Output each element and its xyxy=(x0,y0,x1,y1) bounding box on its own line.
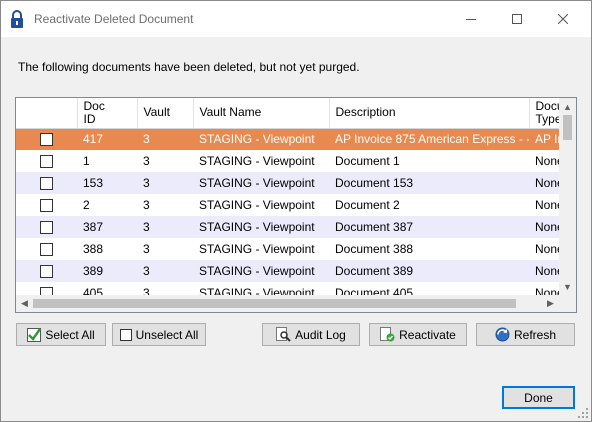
table-row[interactable]: 1 3 STAGING - Viewpoint Document 1 None xyxy=(16,150,576,172)
scroll-left-icon[interactable]: ◀ xyxy=(16,295,33,312)
info-message: The following documents have been delete… xyxy=(18,60,360,74)
done-label: Done xyxy=(524,390,553,405)
cell-vault: 3 xyxy=(137,216,193,238)
reactivate-document-icon xyxy=(380,327,395,342)
title-bar: Reactivate Deleted Document xyxy=(1,1,591,37)
cell-description: Document 387 xyxy=(329,216,529,238)
audit-search-icon xyxy=(276,327,291,342)
maximize-button[interactable] xyxy=(494,1,540,37)
audit-log-button[interactable]: Audit Log xyxy=(262,323,360,346)
table-row[interactable]: 153 3 STAGING - Viewpoint Document 153 N… xyxy=(16,172,576,194)
row-checkbox[interactable] xyxy=(40,243,53,257)
cell-vault-name: STAGING - Viewpoint xyxy=(193,128,329,150)
select-all-button[interactable]: Select All xyxy=(16,323,106,346)
cell-description: Document 2 xyxy=(329,194,529,216)
refresh-button[interactable]: Refresh xyxy=(476,323,575,346)
cell-description: Document 1 xyxy=(329,150,529,172)
maximize-icon xyxy=(512,14,522,24)
cell-vault-name: STAGING - Viewpoint xyxy=(193,150,329,172)
row-checkbox-cell xyxy=(16,238,77,260)
header-row: Doc ID Vault Vault Name Description Docu… xyxy=(16,98,576,129)
close-button[interactable] xyxy=(540,1,586,37)
done-button[interactable]: Done xyxy=(502,386,575,409)
cell-doc-id: 2 xyxy=(77,194,137,216)
cell-description: Document 388 xyxy=(329,238,529,260)
cell-doc-id: 387 xyxy=(77,216,137,238)
cell-vault-name: STAGING - Viewpoint xyxy=(193,194,329,216)
row-checkbox[interactable] xyxy=(40,221,53,235)
padlock-icon xyxy=(11,10,23,28)
close-icon xyxy=(558,14,568,24)
unselect-all-button[interactable]: Unselect All xyxy=(112,323,206,346)
cell-vault-name: STAGING - Viewpoint xyxy=(193,172,329,194)
row-checkbox[interactable] xyxy=(40,133,53,147)
refresh-globe-icon xyxy=(495,327,510,342)
cell-doc-id: 153 xyxy=(77,172,137,194)
refresh-label: Refresh xyxy=(513,327,557,342)
row-checkbox-cell xyxy=(16,194,77,216)
cell-doc-id: 417 xyxy=(77,128,137,150)
cell-vault: 3 xyxy=(137,128,193,150)
row-checkbox-cell xyxy=(16,216,77,238)
horizontal-scroll-thumb[interactable] xyxy=(33,299,516,308)
deleted-documents-grid[interactable]: Doc ID Vault Vault Name Description Docu… xyxy=(15,97,577,313)
scroll-down-icon[interactable]: ▼ xyxy=(559,278,576,295)
minimize-button[interactable] xyxy=(448,1,494,37)
reactivate-label: Reactivate xyxy=(399,327,456,342)
cell-vault: 3 xyxy=(137,260,193,282)
checkmark-icon xyxy=(27,327,42,342)
vertical-scrollbar[interactable]: ▲ ▼ xyxy=(559,98,576,295)
row-checkbox-cell xyxy=(16,172,77,194)
documents-table: Doc ID Vault Vault Name Description Docu… xyxy=(16,98,576,304)
cell-description: Document 389 xyxy=(329,260,529,282)
row-checkbox-cell xyxy=(16,128,77,150)
resize-grip-icon[interactable] xyxy=(577,407,589,419)
row-checkbox[interactable] xyxy=(40,155,53,169)
scroll-right-icon[interactable]: ▶ xyxy=(542,295,559,312)
row-checkbox-cell xyxy=(16,260,77,282)
horizontal-scrollbar[interactable]: ◀ ▶ xyxy=(16,295,559,312)
reactivate-button[interactable]: Reactivate xyxy=(369,323,467,346)
cell-doc-id: 389 xyxy=(77,260,137,282)
table-row[interactable]: 417 3 STAGING - Viewpoint AP Invoice 875… xyxy=(16,128,576,150)
table-row[interactable]: 388 3 STAGING - Viewpoint Document 388 N… xyxy=(16,238,576,260)
row-checkbox[interactable] xyxy=(40,265,53,279)
cell-vault: 3 xyxy=(137,238,193,260)
audit-log-label: Audit Log xyxy=(295,327,346,342)
table-row[interactable]: 2 3 STAGING - Viewpoint Document 2 None xyxy=(16,194,576,216)
cell-doc-id: 388 xyxy=(77,238,137,260)
column-header-vault-name[interactable]: Vault Name xyxy=(193,98,330,129)
column-header-doc-id[interactable]: Doc ID xyxy=(77,98,138,129)
column-header-select[interactable] xyxy=(16,98,78,129)
table-row[interactable]: 387 3 STAGING - Viewpoint Document 387 N… xyxy=(16,216,576,238)
cell-vault-name: STAGING - Viewpoint xyxy=(193,216,329,238)
cell-vault: 3 xyxy=(137,172,193,194)
cell-vault-name: STAGING - Viewpoint xyxy=(193,238,329,260)
reactivate-dialog: Reactivate Deleted Document The followin… xyxy=(0,0,592,422)
scroll-up-icon[interactable]: ▲ xyxy=(559,98,576,115)
vertical-scroll-thumb[interactable] xyxy=(563,115,572,140)
row-checkbox[interactable] xyxy=(40,177,53,191)
empty-checkbox-icon xyxy=(119,328,132,341)
cell-description: Document 153 xyxy=(329,172,529,194)
scrollbar-corner xyxy=(559,295,576,312)
row-checkbox-cell xyxy=(16,150,77,172)
cell-doc-id: 1 xyxy=(77,150,137,172)
select-all-label: Select All xyxy=(45,327,95,342)
column-header-vault[interactable]: Vault xyxy=(137,98,194,129)
cell-vault: 3 xyxy=(137,150,193,172)
window-title: Reactivate Deleted Document xyxy=(34,12,194,26)
unselect-all-label: Unselect All xyxy=(135,327,199,342)
cell-vault: 3 xyxy=(137,194,193,216)
minimize-icon xyxy=(466,19,476,20)
column-header-description[interactable]: Description xyxy=(329,98,530,129)
cell-vault-name: STAGING - Viewpoint xyxy=(193,260,329,282)
table-row[interactable]: 389 3 STAGING - Viewpoint Document 389 N… xyxy=(16,260,576,282)
cell-description: AP Invoice 875 American Express - - xyxy=(329,128,529,150)
row-checkbox[interactable] xyxy=(40,199,53,213)
